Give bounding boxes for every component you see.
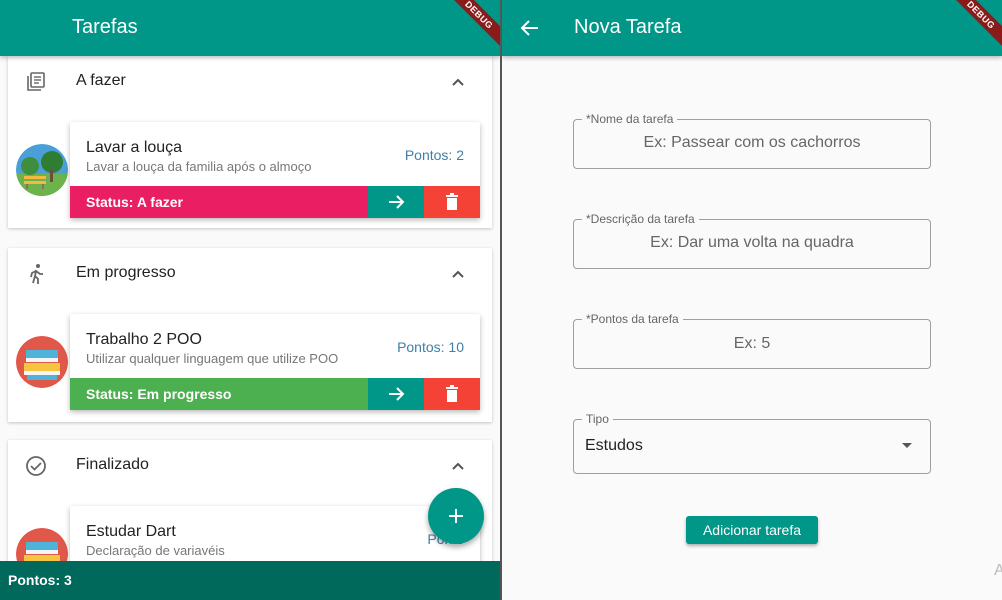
debug-banner: DEBUG bbox=[946, 0, 1002, 56]
trash-icon bbox=[446, 193, 458, 210]
task-title: Estudar Dart bbox=[86, 523, 176, 540]
section-a-fazer: A fazer Lavar a louça Lavar a louça da f… bbox=[8, 56, 492, 228]
new-task-screen: Nova Tarefa DEBUG *Nome da tarefa Ex: Pa… bbox=[502, 0, 1002, 600]
task-description: Declaração de variavéis bbox=[86, 543, 225, 558]
dropdown-value: Estudos bbox=[585, 437, 643, 454]
chevron-up-icon[interactable] bbox=[446, 455, 470, 479]
task-description: Lavar a louça da familia após o almoço bbox=[86, 159, 312, 174]
field-hint: Ex: Passear com os cachorros bbox=[643, 134, 861, 151]
field-hint: Ex: 5 bbox=[733, 335, 771, 352]
advance-status-button[interactable] bbox=[368, 186, 424, 218]
task-points-field[interactable]: *Pontos da tarefa Ex: 5 bbox=[573, 312, 931, 369]
section-title: A fazer bbox=[76, 72, 126, 89]
dropdown-arrow-icon[interactable] bbox=[902, 443, 912, 448]
debug-label: DEBUG bbox=[946, 0, 1002, 52]
section-header[interactable]: Finalizado bbox=[8, 440, 492, 492]
status-badge: Status: A fazer bbox=[70, 186, 368, 218]
status-bar: Status: A fazer bbox=[70, 186, 480, 218]
trash-icon bbox=[446, 385, 458, 402]
field-label: Tipo bbox=[582, 412, 613, 426]
app-bar: Tarefas DEBUG bbox=[0, 0, 500, 56]
task-type-dropdown[interactable]: Tipo Estudos bbox=[573, 412, 931, 474]
check-circle-icon bbox=[26, 456, 46, 476]
running-icon bbox=[30, 264, 43, 284]
total-points-bar: Pontos: 3 bbox=[0, 561, 500, 600]
chevron-up-icon[interactable] bbox=[446, 71, 470, 95]
section-title: Finalizado bbox=[76, 456, 149, 473]
section-header[interactable]: A fazer bbox=[8, 56, 492, 108]
section-header[interactable]: Em progresso bbox=[8, 248, 492, 300]
debug-banner: DEBUG bbox=[444, 0, 500, 56]
task-title: Trabalho 2 POO bbox=[86, 331, 202, 348]
section-em-progresso: Em progresso Trabalho 2 POO Utilizar qua… bbox=[8, 248, 492, 422]
advance-status-button[interactable] bbox=[368, 378, 424, 410]
task-card[interactable]: Trabalho 2 POO Utilizar qualquer linguag… bbox=[70, 314, 480, 410]
chevron-up-icon[interactable] bbox=[446, 263, 470, 287]
status-bar: Status: Em progresso bbox=[70, 378, 480, 410]
add-task-fab[interactable] bbox=[428, 488, 484, 544]
page-title: Nova Tarefa bbox=[574, 16, 682, 38]
task-points: Pontos: 2 bbox=[404, 147, 464, 163]
back-arrow-icon[interactable] bbox=[518, 16, 542, 40]
plus-icon bbox=[449, 509, 463, 523]
app-title: Tarefas bbox=[72, 16, 138, 38]
status-badge: Status: Em progresso bbox=[70, 378, 368, 410]
debug-label: DEBUG bbox=[444, 0, 500, 52]
task-name-field[interactable]: *Nome da tarefa Ex: Passear com os cacho… bbox=[573, 112, 931, 169]
list-icon bbox=[27, 72, 45, 91]
task-list-screen: Tarefas DEBUG A fazer Lavar a louça Lava… bbox=[0, 0, 500, 600]
task-description-field[interactable]: *Descrição da tarefa Ex: Dar uma volta n… bbox=[573, 212, 931, 269]
field-label: *Nome da tarefa bbox=[582, 112, 678, 126]
section-title: Em progresso bbox=[76, 264, 176, 281]
delete-button[interactable] bbox=[424, 186, 480, 218]
books-icon bbox=[16, 336, 68, 388]
field-label: *Pontos da tarefa bbox=[582, 312, 683, 326]
add-task-button[interactable]: Adicionar tarefa bbox=[686, 516, 818, 544]
arrow-right-icon bbox=[389, 195, 405, 209]
task-points: Pontos: 10 bbox=[397, 339, 464, 355]
arrow-right-icon bbox=[389, 387, 405, 401]
field-hint: Ex: Dar uma volta na quadra bbox=[650, 234, 854, 251]
task-card[interactable]: Lavar a louça Lavar a louça da familia a… bbox=[70, 122, 480, 218]
delete-button[interactable] bbox=[424, 378, 480, 410]
app-bar: Nova Tarefa DEBUG bbox=[502, 0, 1002, 56]
task-title: Lavar a louça bbox=[86, 139, 183, 156]
task-description: Utilizar qualquer linguagem que utilize … bbox=[86, 351, 339, 366]
field-label: *Descrição da tarefa bbox=[582, 212, 699, 226]
stray-text: A bbox=[994, 562, 1002, 579]
app: Tarefas DEBUG A fazer Lavar a louça Lava… bbox=[0, 0, 1002, 600]
park-icon bbox=[16, 144, 68, 196]
